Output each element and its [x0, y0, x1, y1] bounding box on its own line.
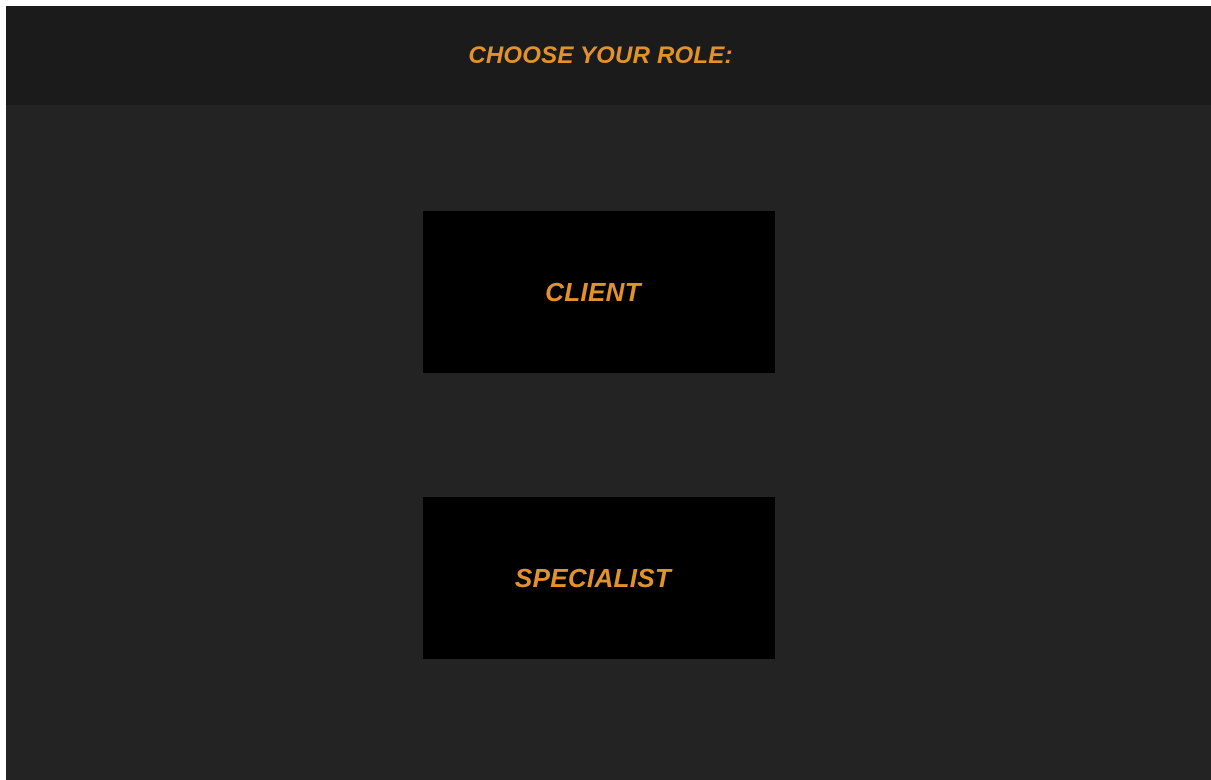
- client-role-label: CLIENT: [545, 276, 641, 307]
- page-title: CHOOSE YOUR ROLE:: [468, 41, 733, 69]
- role-selection-screen: CHOOSE YOUR ROLE: CLIENT SPECIALIST: [6, 6, 1211, 780]
- specialist-role-label: SPECIALIST: [514, 562, 672, 593]
- client-role-button[interactable]: CLIENT: [423, 211, 775, 373]
- header-bar: CHOOSE YOUR ROLE:: [6, 6, 1211, 105]
- specialist-role-button[interactable]: SPECIALIST: [423, 497, 775, 659]
